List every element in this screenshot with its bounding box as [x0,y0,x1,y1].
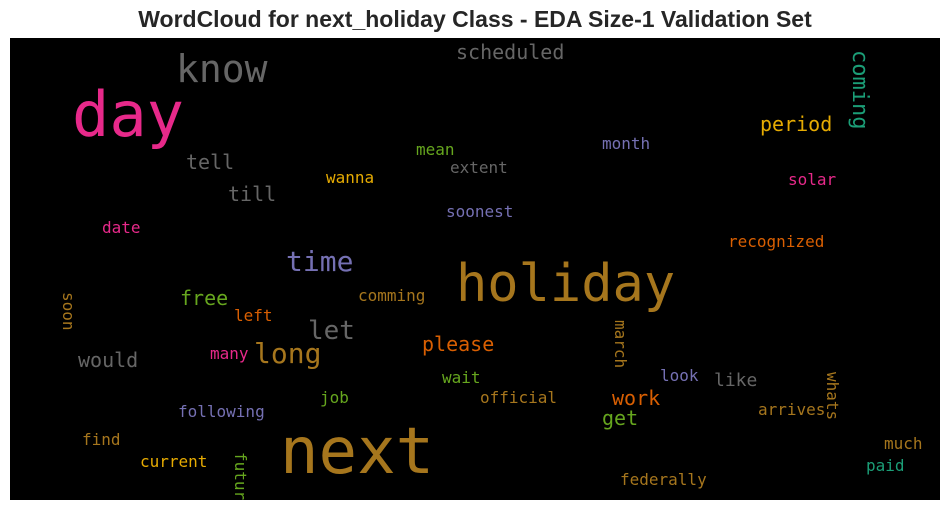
word-get: get [602,406,639,430]
word-comming: comming [358,286,426,305]
word-work: work [612,386,661,410]
word-following: following [178,402,265,421]
word-find: find [82,430,121,449]
word-holiday: holiday [456,254,676,314]
word-time: time [286,245,354,278]
word-would: would [78,348,139,372]
word-date: date [102,218,141,237]
word-free: free [180,286,229,310]
word-future: future [231,452,250,500]
word-scheduled: scheduled [456,40,565,64]
word-soon: soon [59,292,78,331]
word-solar: solar [788,170,837,189]
word-like: like [714,370,758,391]
word-next: next [280,415,435,489]
word-march: march [611,320,630,369]
word-soonest: soonest [446,202,514,221]
word-official: official [480,388,558,407]
word-let: let [308,316,355,346]
word-whats: whats [823,372,842,421]
word-current: current [140,452,208,471]
word-recognized: recognized [728,232,825,251]
word-tell: tell [186,150,235,174]
word-job: job [320,388,349,407]
word-till: till [228,182,277,206]
word-left: left [234,306,273,325]
word-look: look [660,366,699,385]
word-month: month [602,134,651,153]
word-know: know [176,47,268,91]
wordcloud-canvas: holiday next day know time long coming let sched… [10,38,940,500]
word-wanna: wanna [326,168,375,187]
word-much: much [884,434,923,453]
word-mean: mean [416,140,455,159]
word-day: day [72,78,184,151]
chart-title: WordCloud for next_holiday Class - EDA S… [138,6,812,32]
word-federally: federally [620,470,707,489]
word-coming: coming [847,50,872,130]
word-extent: extent [450,158,508,177]
word-arrives: arrives [758,400,826,419]
word-period: period [760,112,833,136]
word-wait: wait [442,368,481,387]
word-many: many [210,344,249,363]
word-please: please [422,332,495,356]
word-paid: paid [866,456,905,475]
